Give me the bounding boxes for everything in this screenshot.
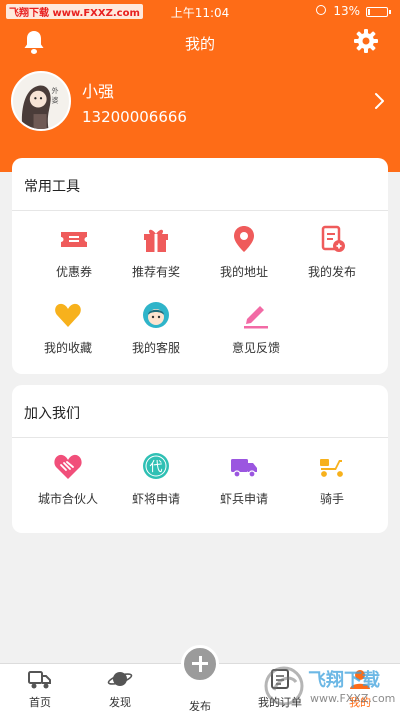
tool-label: 我的地址 xyxy=(219,265,268,279)
site-watermark: 飞翔下载 www.FXXZ.com xyxy=(262,662,398,711)
divider xyxy=(12,210,388,211)
agent-badge-icon: 代 xyxy=(143,453,169,479)
profile-section[interactable]: 外 婆 小强 13200006666 xyxy=(0,70,400,136)
svg-text:代: 代 xyxy=(149,460,162,475)
battery-icon xyxy=(366,7,391,17)
tab-label: 首页 xyxy=(29,696,51,709)
watermark-text: 飞翔下载 xyxy=(308,670,380,691)
tool-my-posts[interactable]: 我的发布 xyxy=(285,224,379,280)
join-soldier-apply[interactable]: 虾兵申请 xyxy=(197,451,291,507)
tool-referral[interactable]: 推荐有奖 xyxy=(109,224,203,280)
top-bar: 我的 xyxy=(0,24,400,60)
tab-home[interactable]: 首页 xyxy=(0,664,80,711)
tab-label: 发布 xyxy=(189,700,211,711)
feedback-icon xyxy=(244,306,268,329)
avatar-caption: 外 婆 xyxy=(51,87,59,104)
tool-label: 优惠券 xyxy=(55,265,92,279)
user-phone: 13200006666 xyxy=(82,108,187,126)
watermark-url: www.FXXZ.com xyxy=(310,692,396,705)
coupon-icon xyxy=(61,232,87,247)
join-label: 城市合伙人 xyxy=(37,492,98,506)
join-card-title: 加入我们 xyxy=(24,406,80,422)
join-agent-apply[interactable]: 代 虾将申请 xyxy=(109,451,203,507)
tab-discover[interactable]: 发现 xyxy=(80,664,160,711)
document-icon xyxy=(321,225,345,252)
handshake-icon xyxy=(54,454,82,479)
home-truck-icon xyxy=(28,671,51,689)
join-card: 加入我们 城市合伙人 代 虾将申请 虾兵申请 骑手 xyxy=(12,385,388,533)
join-label: 虾兵申请 xyxy=(219,492,268,506)
tool-address[interactable]: 我的地址 xyxy=(197,224,291,280)
page-title: 我的 xyxy=(184,35,215,53)
tools-card: 常用工具 优惠券 推荐有奖 我的地址 我的发布 我的收藏 我的客服 意见反馈 xyxy=(12,158,388,374)
status-bar: 飞翔下载 www.FXXZ.com 上午11:04 13% xyxy=(0,0,400,22)
tool-label: 意见反馈 xyxy=(231,341,280,355)
truck-icon xyxy=(231,459,257,478)
gift-icon xyxy=(144,229,168,252)
tool-label: 推荐有奖 xyxy=(131,265,180,279)
tool-label: 我的收藏 xyxy=(43,341,92,355)
join-rider[interactable]: 骑手 xyxy=(285,451,379,507)
join-label: 骑手 xyxy=(319,492,344,506)
chevron-right-icon[interactable] xyxy=(374,92,386,110)
user-name: 小强 xyxy=(82,82,115,101)
tab-label: 发现 xyxy=(109,696,131,709)
avatar[interactable]: 外 婆 xyxy=(11,71,71,131)
planet-icon xyxy=(107,672,133,686)
gear-icon[interactable] xyxy=(353,28,379,54)
tool-customer-service[interactable]: 我的客服 xyxy=(109,300,203,356)
publish-plus-button[interactable] xyxy=(181,645,219,683)
tool-feedback[interactable]: 意见反馈 xyxy=(209,300,303,356)
divider xyxy=(12,437,388,438)
rotation-lock-icon xyxy=(316,5,326,15)
tools-card-title: 常用工具 xyxy=(24,179,80,195)
join-city-partner[interactable]: 城市合伙人 xyxy=(21,451,115,507)
tool-coupon[interactable]: 优惠券 xyxy=(27,224,121,280)
heart-icon xyxy=(55,303,81,327)
customer-service-icon xyxy=(143,302,169,328)
tool-label: 我的发布 xyxy=(307,265,356,279)
join-label: 虾将申请 xyxy=(131,492,180,506)
location-pin-icon xyxy=(234,226,254,252)
scooter-icon xyxy=(319,459,345,479)
battery-percent: 13% xyxy=(333,4,360,18)
tool-label: 我的客服 xyxy=(131,341,180,355)
tool-favorites[interactable]: 我的收藏 xyxy=(21,300,115,356)
